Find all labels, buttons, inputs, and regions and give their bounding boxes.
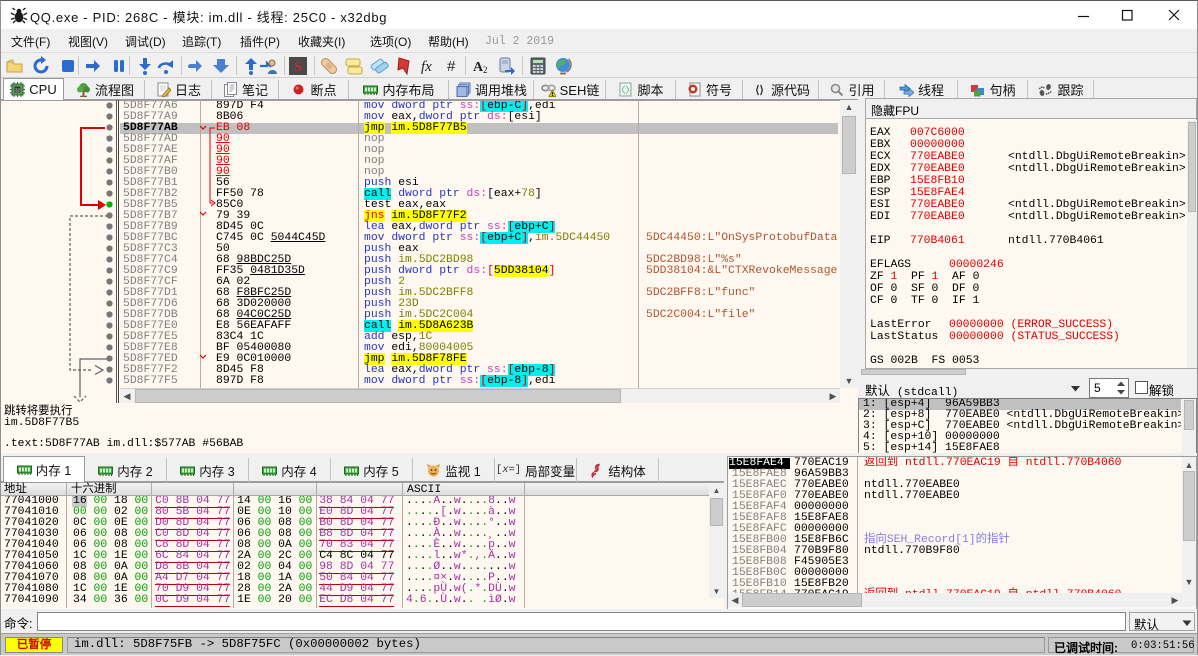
svg-text:fx: fx xyxy=(421,59,432,75)
svg-text:〈〉: 〈〉 xyxy=(618,85,633,95)
svg-text:2: 2 xyxy=(483,65,488,75)
svg-text:32: 32 xyxy=(15,88,21,93)
svg-text:#: # xyxy=(447,58,456,75)
svg-text:⟨⟩: ⟨⟩ xyxy=(755,85,764,97)
svg-text:S: S xyxy=(294,60,302,75)
